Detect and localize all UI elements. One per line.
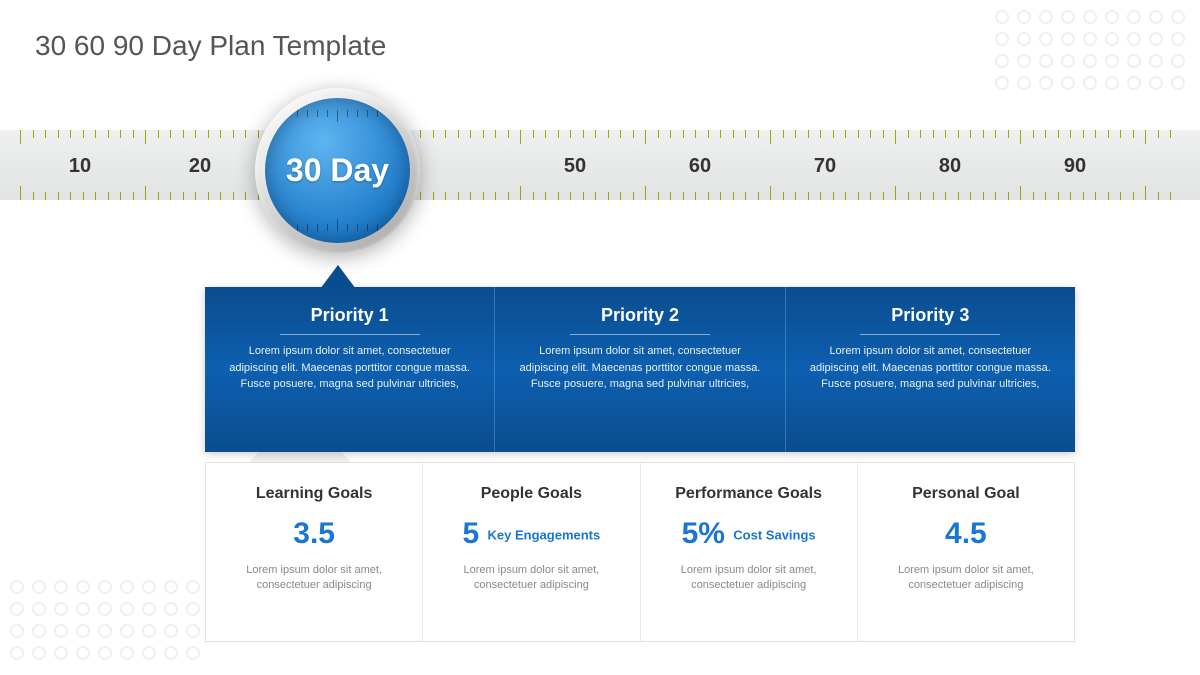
goal-learning-title: Learning Goals (224, 485, 404, 503)
ruler-label-60: 60 (689, 155, 711, 178)
goal-people-title: People Goals (441, 485, 621, 503)
priority-3-title: Priority 3 (860, 305, 1000, 335)
priorities-panel: Priority 1 Lorem ipsum dolor sit amet, c… (205, 287, 1075, 452)
timeline-ruler: 10 20 50 60 70 80 90 (0, 130, 1200, 200)
goal-learning-value: 3.5 (224, 517, 404, 551)
goal-people-number: 5 (463, 517, 480, 550)
ruler-label-20: 20 (189, 155, 211, 178)
goal-personal: Personal Goal 4.5 Lorem ipsum dolor sit … (858, 463, 1074, 641)
goal-learning-body: Lorem ipsum dolor sit amet, consectetuer… (224, 563, 404, 594)
goal-performance-body: Lorem ipsum dolor sit amet, consectetuer… (659, 563, 839, 594)
ruler-label-70: 70 (814, 155, 836, 178)
priority-3: Priority 3 Lorem ipsum dolor sit amet, c… (786, 287, 1075, 452)
magnifier-inner: 30 Day (265, 98, 410, 243)
goal-performance: Performance Goals 5% Cost Savings Lorem … (641, 463, 858, 641)
page-title: 30 60 90 Day Plan Template (35, 30, 386, 62)
goals-panel: Learning Goals 3.5 Lorem ipsum dolor sit… (205, 462, 1075, 642)
priority-2-title: Priority 2 (570, 305, 710, 335)
goal-performance-number: 5% (682, 517, 725, 550)
goal-personal-number: 4.5 (945, 517, 987, 550)
priority-2: Priority 2 Lorem ipsum dolor sit amet, c… (495, 287, 785, 452)
goal-people-sub: Key Engagements (488, 528, 601, 543)
ruler-label-90: 90 (1064, 155, 1086, 178)
priority-1: Priority 1 Lorem ipsum dolor sit amet, c… (205, 287, 495, 452)
decorative-dots-top (995, 10, 1185, 90)
priority-2-body: Lorem ipsum dolor sit amet, consectetuer… (517, 343, 762, 393)
priority-3-body: Lorem ipsum dolor sit amet, consectetuer… (808, 343, 1053, 393)
priority-1-title: Priority 1 (280, 305, 420, 335)
priority-1-body: Lorem ipsum dolor sit amet, consectetuer… (227, 343, 472, 393)
ruler-label-80: 80 (939, 155, 961, 178)
ruler-label-10: 10 (69, 155, 91, 178)
ruler-label-50: 50 (564, 155, 586, 178)
magnifier-label: 30 Day (286, 152, 389, 189)
goal-learning: Learning Goals 3.5 Lorem ipsum dolor sit… (206, 463, 423, 641)
goal-performance-sub: Cost Savings (733, 528, 815, 543)
goal-personal-body: Lorem ipsum dolor sit amet, consectetuer… (876, 563, 1056, 594)
goal-people-value: 5 Key Engagements (441, 517, 621, 551)
goal-personal-value: 4.5 (876, 517, 1056, 551)
goal-performance-title: Performance Goals (659, 485, 839, 503)
magnifier-lens: 30 Day (255, 88, 420, 253)
goal-people: People Goals 5 Key Engagements Lorem ips… (423, 463, 640, 641)
callout-pointer (320, 265, 356, 289)
goal-people-body: Lorem ipsum dolor sit amet, consectetuer… (441, 563, 621, 594)
goal-personal-title: Personal Goal (876, 485, 1056, 503)
goal-learning-number: 3.5 (293, 517, 335, 550)
goal-performance-value: 5% Cost Savings (659, 517, 839, 551)
